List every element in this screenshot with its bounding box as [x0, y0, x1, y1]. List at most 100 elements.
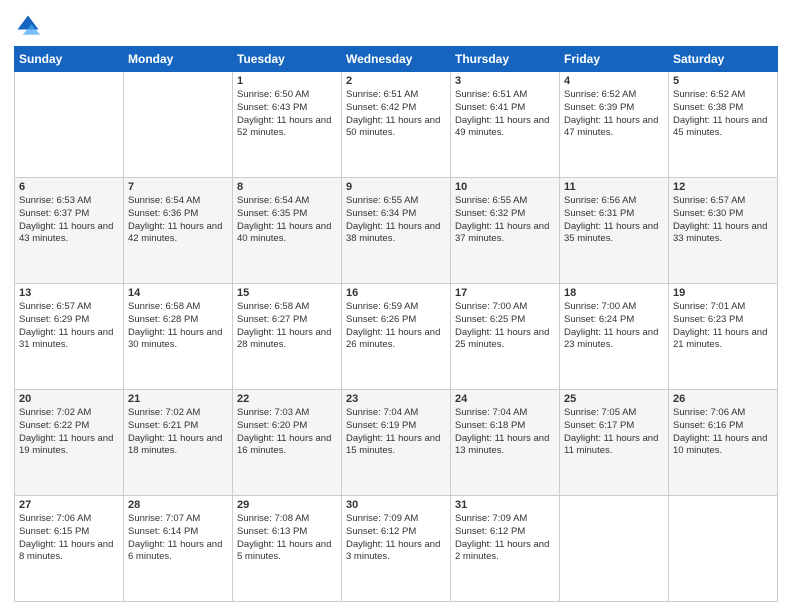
calendar-day-27: 27 Sunrise: 7:06 AMSunset: 6:15 PMDayligh… [15, 496, 124, 602]
calendar-day-empty [124, 72, 233, 178]
day-number: 8 [237, 181, 337, 193]
day-number: 30 [346, 499, 446, 511]
day-info: Sunrise: 6:59 AMSunset: 6:26 PMDaylight:… [346, 301, 446, 352]
day-number: 9 [346, 181, 446, 193]
day-info: Sunrise: 6:51 AMSunset: 6:41 PMDaylight:… [455, 89, 555, 140]
day-number: 4 [564, 75, 664, 87]
calendar-week-2: 6 Sunrise: 6:53 AMSunset: 6:37 PMDaylight… [15, 178, 778, 284]
day-info: Sunrise: 6:53 AMSunset: 6:37 PMDaylight:… [19, 195, 119, 246]
day-info: Sunrise: 6:57 AMSunset: 6:30 PMDaylight:… [673, 195, 773, 246]
day-number: 29 [237, 499, 337, 511]
calendar-day-18: 18 Sunrise: 7:00 AMSunset: 6:24 PMDayligh… [560, 284, 669, 390]
calendar-weekday-sunday: Sunday [15, 47, 124, 72]
calendar-day-empty [15, 72, 124, 178]
calendar-day-16: 16 Sunrise: 6:59 AMSunset: 6:26 PMDayligh… [342, 284, 451, 390]
calendar-day-17: 17Sunrise: 7:00 AMSunset: 6:25 PMDayligh… [451, 284, 560, 390]
calendar-day-empty [669, 496, 778, 602]
calendar-weekday-saturday: Saturday [669, 47, 778, 72]
calendar-week-4: 20 Sunrise: 7:02 AMSunset: 6:22 PMDayligh… [15, 390, 778, 496]
day-number: 28 [128, 499, 228, 511]
calendar-weekday-tuesday: Tuesday [233, 47, 342, 72]
day-number: 23 [346, 393, 446, 405]
calendar-day-23: 23 Sunrise: 7:04 AMSunset: 6:19 PMDayligh… [342, 390, 451, 496]
day-info: Sunrise: 7:00 AMSunset: 6:25 PMDaylight:… [455, 301, 555, 352]
day-info: Sunrise: 6:58 AMSunset: 6:27 PMDaylight:… [237, 301, 337, 352]
day-info: Sunrise: 7:04 AMSunset: 6:19 PMDaylight:… [346, 407, 446, 458]
calendar-day-9: 9 Sunrise: 6:55 AMSunset: 6:34 PMDaylight… [342, 178, 451, 284]
calendar-day-14: 14 Sunrise: 6:58 AMSunset: 6:28 PMDayligh… [124, 284, 233, 390]
calendar-day-15: 15 Sunrise: 6:58 AMSunset: 6:27 PMDayligh… [233, 284, 342, 390]
day-info: Sunrise: 7:02 AMSunset: 6:22 PMDaylight:… [19, 407, 119, 458]
day-number: 27 [19, 499, 119, 511]
calendar-week-5: 27 Sunrise: 7:06 AMSunset: 6:15 PMDayligh… [15, 496, 778, 602]
calendar-day-1: 1 Sunrise: 6:50 AMSunset: 6:43 PMDaylight… [233, 72, 342, 178]
calendar-day-7: 7 Sunrise: 6:54 AMSunset: 6:36 PMDaylight… [124, 178, 233, 284]
day-info: Sunrise: 7:05 AMSunset: 6:17 PMDaylight:… [564, 407, 664, 458]
day-number: 21 [128, 393, 228, 405]
calendar-weekday-thursday: Thursday [451, 47, 560, 72]
calendar-day-8: 8 Sunrise: 6:54 AMSunset: 6:35 PMDaylight… [233, 178, 342, 284]
calendar-day-30: 30 Sunrise: 7:09 AMSunset: 6:12 PMDayligh… [342, 496, 451, 602]
day-info: Sunrise: 6:58 AMSunset: 6:28 PMDaylight:… [128, 301, 228, 352]
calendar-day-6: 6 Sunrise: 6:53 AMSunset: 6:37 PMDaylight… [15, 178, 124, 284]
day-number: 20 [19, 393, 119, 405]
day-info: Sunrise: 7:04 AMSunset: 6:18 PMDaylight:… [455, 407, 555, 458]
calendar-day-12: 12 Sunrise: 6:57 AMSunset: 6:30 PMDayligh… [669, 178, 778, 284]
day-number: 7 [128, 181, 228, 193]
day-info: Sunrise: 6:54 AMSunset: 6:36 PMDaylight:… [128, 195, 228, 246]
day-info: Sunrise: 7:06 AMSunset: 6:16 PMDaylight:… [673, 407, 773, 458]
day-info: Sunrise: 6:56 AMSunset: 6:31 PMDaylight:… [564, 195, 664, 246]
day-number: 25 [564, 393, 664, 405]
calendar-day-25: 25 Sunrise: 7:05 AMSunset: 6:17 PMDayligh… [560, 390, 669, 496]
day-number: 3 [455, 75, 555, 87]
calendar-day-31: 31 Sunrise: 7:09 AMSunset: 6:12 PMDayligh… [451, 496, 560, 602]
calendar-day-20: 20 Sunrise: 7:02 AMSunset: 6:22 PMDayligh… [15, 390, 124, 496]
day-info: Sunrise: 6:52 AMSunset: 6:38 PMDaylight:… [673, 89, 773, 140]
day-number: 18 [564, 287, 664, 299]
day-number: 15 [237, 287, 337, 299]
day-number: 19 [673, 287, 773, 299]
day-info: Sunrise: 6:55 AMSunset: 6:34 PMDaylight:… [346, 195, 446, 246]
calendar-day-26: 26 Sunrise: 7:06 AMSunset: 6:16 PMDayligh… [669, 390, 778, 496]
day-number: 24 [455, 393, 555, 405]
day-number: 2 [346, 75, 446, 87]
calendar-day-21: 21Sunrise: 7:02 AMSunset: 6:21 PMDayligh… [124, 390, 233, 496]
calendar-week-1: 1 Sunrise: 6:50 AMSunset: 6:43 PMDaylight… [15, 72, 778, 178]
calendar-week-3: 13Sunrise: 6:57 AMSunset: 6:29 PMDayligh… [15, 284, 778, 390]
day-number: 26 [673, 393, 773, 405]
day-number: 10 [455, 181, 555, 193]
calendar-weekday-monday: Monday [124, 47, 233, 72]
day-number: 5 [673, 75, 773, 87]
calendar-weekday-wednesday: Wednesday [342, 47, 451, 72]
day-info: Sunrise: 7:00 AMSunset: 6:24 PMDaylight:… [564, 301, 664, 352]
day-info: Sunrise: 7:08 AMSunset: 6:13 PMDaylight:… [237, 513, 337, 564]
day-number: 11 [564, 181, 664, 193]
logo [14, 12, 46, 40]
day-info: Sunrise: 6:51 AMSunset: 6:42 PMDaylight:… [346, 89, 446, 140]
day-number: 13 [19, 287, 119, 299]
day-number: 16 [346, 287, 446, 299]
page: SundayMondayTuesdayWednesdayThursdayFrid… [0, 0, 792, 612]
day-info: Sunrise: 7:09 AMSunset: 6:12 PMDaylight:… [455, 513, 555, 564]
day-number: 1 [237, 75, 337, 87]
calendar-day-28: 28Sunrise: 7:07 AMSunset: 6:14 PMDayligh… [124, 496, 233, 602]
day-info: Sunrise: 7:09 AMSunset: 6:12 PMDaylight:… [346, 513, 446, 564]
day-info: Sunrise: 7:03 AMSunset: 6:20 PMDaylight:… [237, 407, 337, 458]
day-number: 31 [455, 499, 555, 511]
calendar-header-row: SundayMondayTuesdayWednesdayThursdayFrid… [15, 47, 778, 72]
day-info: Sunrise: 7:01 AMSunset: 6:23 PMDaylight:… [673, 301, 773, 352]
calendar-day-22: 22Sunrise: 7:03 AMSunset: 6:20 PMDayligh… [233, 390, 342, 496]
day-info: Sunrise: 7:06 AMSunset: 6:15 PMDaylight:… [19, 513, 119, 564]
calendar-day-24: 24 Sunrise: 7:04 AMSunset: 6:18 PMDayligh… [451, 390, 560, 496]
calendar-day-empty [560, 496, 669, 602]
day-number: 14 [128, 287, 228, 299]
day-info: Sunrise: 6:54 AMSunset: 6:35 PMDaylight:… [237, 195, 337, 246]
logo-icon [14, 12, 42, 40]
calendar-table: SundayMondayTuesdayWednesdayThursdayFrid… [14, 46, 778, 602]
day-info: Sunrise: 6:50 AMSunset: 6:43 PMDaylight:… [237, 89, 337, 140]
day-number: 12 [673, 181, 773, 193]
calendar-day-4: 4Sunrise: 6:52 AMSunset: 6:39 PMDaylight… [560, 72, 669, 178]
calendar-weekday-friday: Friday [560, 47, 669, 72]
day-number: 6 [19, 181, 119, 193]
calendar-day-5: 5 Sunrise: 6:52 AMSunset: 6:38 PMDaylight… [669, 72, 778, 178]
